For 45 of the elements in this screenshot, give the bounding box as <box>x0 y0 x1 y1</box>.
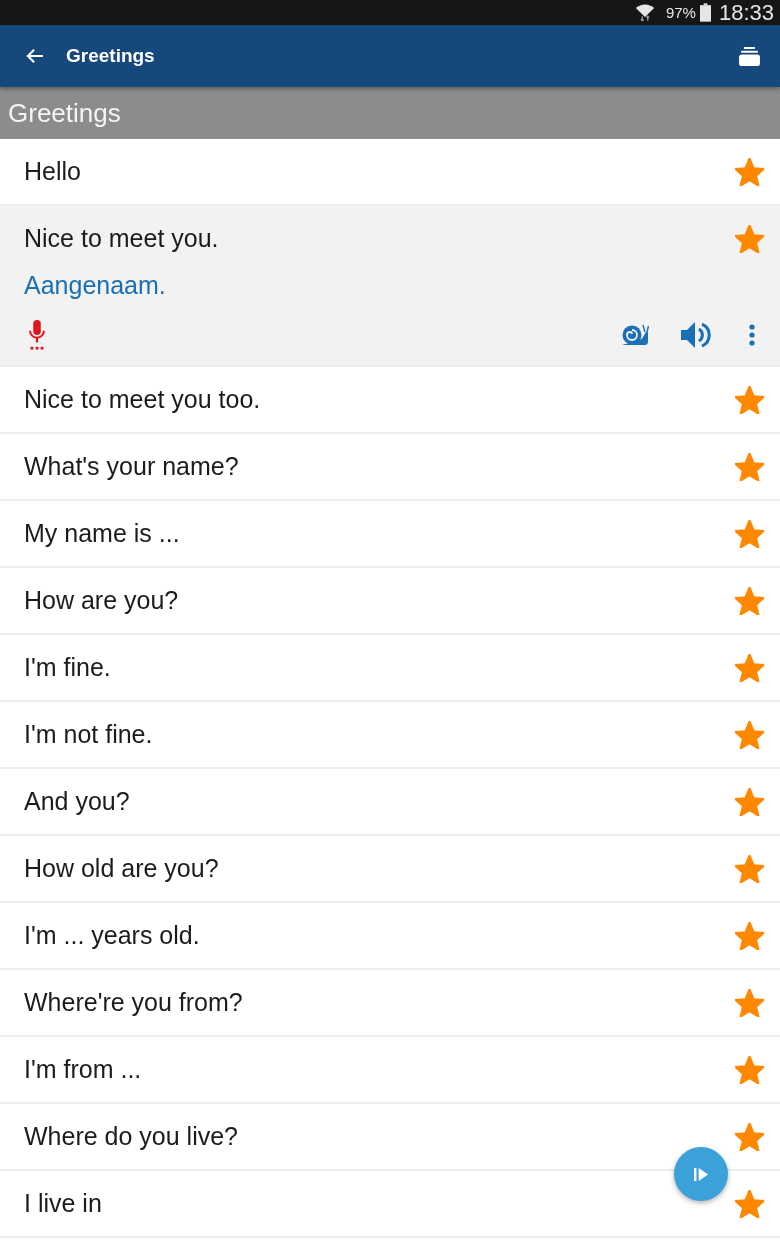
snail-icon[interactable] <box>621 324 649 346</box>
phrase-text: Where do you live? <box>24 1122 239 1151</box>
star-icon[interactable] <box>735 854 764 883</box>
star-icon[interactable] <box>735 720 764 749</box>
microphone-icon[interactable] <box>28 320 46 350</box>
phrase-text: What's your name? <box>24 452 240 481</box>
back-arrow-icon[interactable] <box>26 48 44 64</box>
star-icon[interactable] <box>735 787 764 816</box>
play-icon <box>693 1166 709 1182</box>
phrase-text: Nice to meet you. <box>24 224 220 253</box>
translation-text: Aangenaam. <box>24 271 167 301</box>
screen-title: Greetings <box>66 45 156 67</box>
wifi-icon <box>633 3 656 22</box>
battery-percent: 97% <box>665 4 696 21</box>
phrase-text: I'm not fine. <box>24 720 154 749</box>
star-icon[interactable] <box>735 385 764 414</box>
phrase-text: Where're you from? <box>24 988 244 1017</box>
phrase-text: I live in <box>24 1189 103 1218</box>
star-icon[interactable] <box>735 157 764 186</box>
battery-icon <box>699 3 711 22</box>
phrase-text: I'm from ... <box>24 1055 143 1084</box>
phrase-text: Hello <box>24 157 82 186</box>
phrase-text: And you? <box>24 787 131 816</box>
star-icon[interactable] <box>735 224 764 253</box>
phrase-text: I'm ... years old. <box>24 921 201 950</box>
more-options-icon[interactable] <box>749 324 755 346</box>
phrase-text: I'm fine. <box>24 653 112 682</box>
star-icon[interactable] <box>735 519 764 548</box>
phrase-row[interactable]: Nice to meet you. Aangenaam. <box>0 206 780 367</box>
star-icon[interactable] <box>735 653 764 682</box>
star-icon[interactable] <box>735 988 764 1017</box>
star-icon[interactable] <box>735 586 764 615</box>
star-icon[interactable] <box>735 1189 764 1218</box>
card-stack-icon[interactable] <box>739 46 760 66</box>
star-icon[interactable] <box>735 1122 764 1151</box>
star-icon[interactable] <box>735 921 764 950</box>
phrase-text: Nice to meet you too. <box>24 385 262 414</box>
phrase-text: How are you? <box>24 586 180 615</box>
speaker-icon[interactable] <box>681 321 711 349</box>
phrase-text: How old are you? <box>24 854 220 883</box>
clock: 18:33 <box>718 0 774 26</box>
section-title: Greetings <box>8 97 121 129</box>
phrase-text: My name is ... <box>24 519 181 548</box>
star-icon[interactable] <box>735 452 764 481</box>
star-icon[interactable] <box>735 1055 764 1084</box>
